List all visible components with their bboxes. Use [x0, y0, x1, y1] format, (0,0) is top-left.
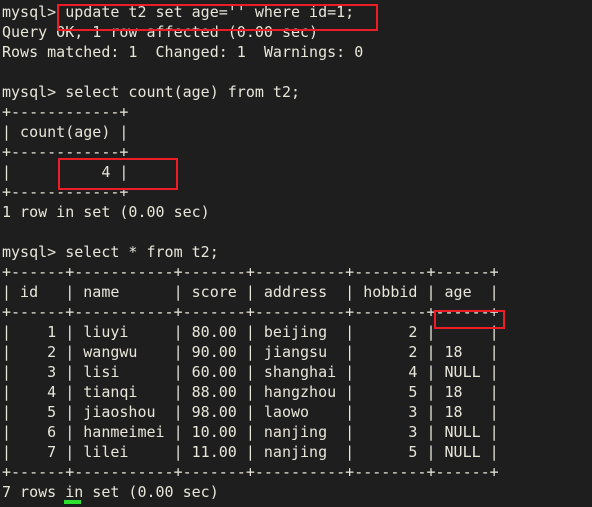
terminal-line: | 4 | tianqi | 88.00 | hangzhou | 5 | 18…	[2, 383, 499, 401]
terminal-line: +------------+	[2, 103, 129, 121]
terminal-line: | id | name | score | address | hobbid |…	[2, 283, 499, 301]
terminal-line: 7 rows in set (0.00 sec)	[2, 483, 219, 501]
terminal-line: Rows matched: 1 Changed: 1 Warnings: 0	[2, 43, 364, 61]
terminal-line: Query OK, 1 row affected (0.00 sec)	[2, 23, 319, 41]
terminal-line: | 6 | hanmeimei | 10.00 | nanjing | 3 | …	[2, 423, 499, 441]
terminal-line: | 3 | lisi | 60.00 | shanghai | 4 | NULL…	[2, 363, 499, 381]
terminal-line: +------+-----------+-------+----------+-…	[2, 263, 499, 281]
terminal-line: | count(age) |	[2, 123, 129, 141]
terminal-line: +------+-----------+-------+----------+-…	[2, 303, 499, 321]
terminal-line: mysql> select count(age) from t2;	[2, 83, 301, 101]
terminal-line: | 4 |	[2, 163, 129, 181]
terminal-line: +------------+	[2, 143, 129, 161]
terminal-line: | 1 | liuyi | 80.00 | beijing | 2 | |	[2, 323, 499, 341]
terminal-line: +------------+	[2, 183, 129, 201]
terminal-line: | 7 | lilei | 11.00 | nanjing | 5 | NULL…	[2, 443, 499, 461]
terminal-cursor	[64, 500, 81, 504]
terminal-line: +------+-----------+-------+----------+-…	[2, 463, 499, 481]
terminal-line: 1 row in set (0.00 sec)	[2, 203, 210, 221]
mysql-terminal-window[interactable]: mysql> update t2 set age='' where id=1; Q…	[0, 0, 592, 507]
terminal-line: mysql> update t2 set age='' where id=1;	[2, 3, 355, 21]
terminal-line: | 2 | wangwu | 90.00 | jiangsu | 2 | 18 …	[2, 343, 499, 361]
terminal-line: mysql> select * from t2;	[2, 243, 219, 261]
terminal-line: | 5 | jiaoshou | 98.00 | laowo | 3 | 18 …	[2, 403, 499, 421]
terminal-screen-text: mysql> update t2 set age='' where id=1; Q…	[2, 2, 499, 507]
